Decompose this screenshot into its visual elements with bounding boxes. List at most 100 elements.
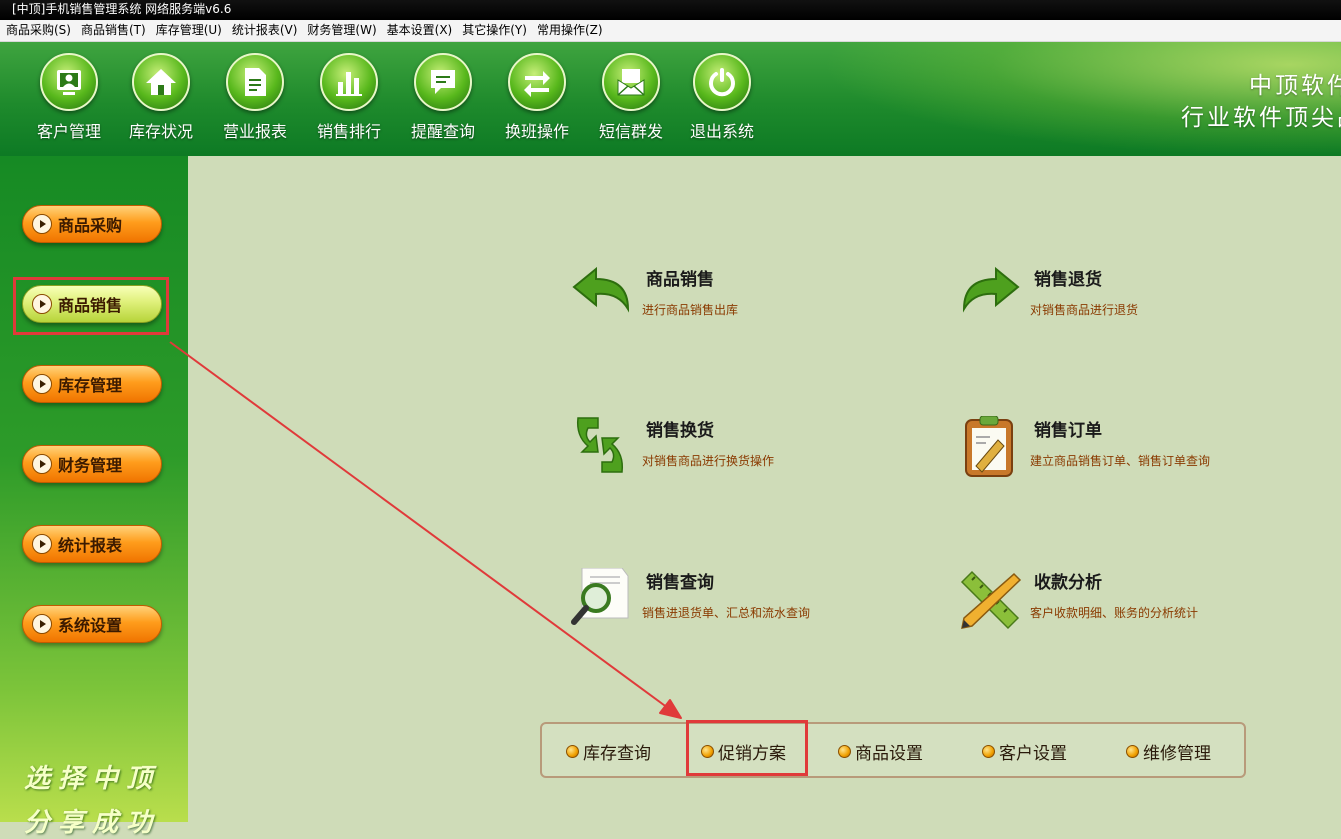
slogan-line-1: 选择中顶 [24,764,161,794]
feature-sales-query[interactable]: 销售查询 销售进退货单、汇总和流水查询 [570,567,900,638]
bullet-icon [838,745,851,758]
play-icon [32,534,52,554]
quick-access-bar: 库存查询 促销方案 商品设置 客户设置 维修管理 [540,722,1246,778]
feature-title: 销售换货 [646,421,714,441]
quick-item-stock-query[interactable]: 库存查询 [566,739,651,764]
quick-item-promotion[interactable]: 促销方案 [701,739,786,764]
swap-icon [508,53,566,111]
sidebar-item-reports[interactable]: 统计报表 [22,525,162,563]
sidebar-item-finance[interactable]: 财务管理 [22,445,162,483]
menu-item-inventory[interactable]: 库存管理(U) [156,20,222,41]
slogan-line-2: 分享成功 [24,808,161,838]
feature-desc: 建立商品销售订单、销售订单查询 [1030,454,1211,468]
feature-sales-return[interactable]: 销售退货 对销售商品进行退货 [958,265,1288,335]
quick-item-label: 库存查询 [583,744,651,764]
sidebar-item-sales[interactable]: 商品销售 [22,285,162,323]
ruler-pencil-icon [958,568,1022,632]
toolbar-button-label: 提醒查询 [410,122,475,141]
toolbar-button-sales-ranking[interactable]: 销售排行 [302,53,396,153]
feature-desc: 对销售商品进行换货操作 [642,454,775,468]
toolbar-button-stock-status[interactable]: 库存状况 [114,53,208,153]
quick-item-label: 商品设置 [855,744,923,764]
quick-item-label: 客户设置 [999,744,1067,764]
bullet-icon [1126,745,1139,758]
feature-desc: 对销售商品进行退货 [1030,303,1139,317]
feature-sales-exchange[interactable]: 销售换货 对销售商品进行换货操作 [570,416,900,486]
feature-desc: 客户收款明细、账务的分析统计 [1030,606,1199,620]
feature-desc: 销售进退货单、汇总和流水查询 [642,606,811,620]
toolbar-button-label: 营业报表 [222,122,287,141]
feature-payment-analysis[interactable]: 收款分析 客户收款明细、账务的分析统计 [958,568,1288,638]
mail-icon [602,53,660,111]
bullet-icon [701,745,714,758]
sidebar-item-label: 系统设置 [58,616,123,635]
toolbar-button-label: 换班操作 [504,122,569,141]
bullet-icon [566,745,579,758]
toolbar-button-reminder-query[interactable]: 提醒查询 [396,53,490,153]
feature-title: 销售订单 [1034,421,1102,441]
power-icon [693,53,751,111]
toolbar-button-label: 库存状况 [128,122,193,141]
sidebar: 商品采购 商品销售 库存管理 财务管理 统计报表 系统设置 选择中顶 分享成功 [0,156,188,838]
brand-line-1: 中顶软件 [1249,73,1341,99]
sidebar-item-label: 财务管理 [58,456,123,475]
home-icon [132,53,190,111]
sidebar-item-label: 库存管理 [58,376,123,395]
sidebar-item-inventory[interactable]: 库存管理 [22,365,162,403]
menu-item-finance[interactable]: 财务管理(W) [307,20,376,41]
feature-desc: 进行商品销售出库 [642,303,739,317]
clipboard-icon [958,415,1022,480]
feature-title: 销售退货 [1034,270,1102,290]
brand-line-2: 行业软件顶尖品牌 [1181,105,1341,131]
menu-item-reports[interactable]: 统计报表(V) [232,20,298,41]
toolbar-button-sms-broadcast[interactable]: 短信群发 [584,53,678,153]
play-icon [32,374,52,394]
quick-item-product-settings[interactable]: 商品设置 [838,739,923,764]
feature-title: 收款分析 [1034,573,1102,593]
menu-item-purchase[interactable]: 商品采购(S) [6,20,71,41]
main-toolbar: 客户管理 库存状况 营业报表 销售排行 提醒查询 换班操作 短信群发 退出系统 … [0,42,1341,156]
toolbar-button-label: 客户管理 [36,122,101,141]
magnifier-icon [570,567,634,632]
play-icon [32,614,52,634]
menu-item-sales[interactable]: 商品销售(T) [81,20,146,41]
menu-item-basic-settings[interactable]: 基本设置(X) [387,20,453,41]
toolbar-button-business-report[interactable]: 营业报表 [208,53,302,153]
quick-item-label: 促销方案 [718,744,786,764]
feature-title: 商品销售 [646,270,714,290]
menu-item-other[interactable]: 其它操作(Y) [462,20,527,41]
sidebar-item-label: 商品销售 [58,296,123,315]
feature-title: 销售查询 [646,573,714,593]
toolbar-button-exit-system[interactable]: 退出系统 [675,53,769,153]
undo-arrow-icon [570,265,634,329]
window-title: [中顶]手机销售管理系统 网络服务端v6.6 [12,2,232,16]
quick-item-repair-management[interactable]: 维修管理 [1126,739,1211,764]
sidebar-item-label: 商品采购 [58,216,123,235]
quick-item-customer-settings[interactable]: 客户设置 [982,739,1067,764]
brand-text: 中顶软件 行业软件顶尖品牌 [1181,70,1341,134]
quick-item-label: 维修管理 [1143,744,1211,764]
toolbar-button-label: 销售排行 [316,122,381,141]
window-title-bar: [中顶]手机销售管理系统 网络服务端v6.6 [0,0,1341,20]
report-icon [226,53,284,111]
menu-item-common[interactable]: 常用操作(Z) [537,20,603,41]
toolbar-button-shift-change[interactable]: 换班操作 [490,53,584,153]
bullet-icon [982,745,995,758]
sidebar-item-system-settings[interactable]: 系统设置 [22,605,162,643]
toolbar-button-customer[interactable]: 客户管理 [22,53,116,153]
toolbar-button-label: 退出系统 [689,122,754,141]
play-icon [32,294,52,314]
sidebar-item-label: 统计报表 [58,536,123,555]
play-icon [32,454,52,474]
recycle-icon [570,416,634,480]
message-icon [414,53,472,111]
redo-arrow-icon [958,265,1022,329]
feature-sales-order[interactable]: 销售订单 建立商品销售订单、销售订单查询 [958,415,1288,486]
bar-chart-icon [320,53,378,111]
sidebar-item-purchase[interactable]: 商品采购 [22,205,162,243]
play-icon [32,214,52,234]
feature-sales[interactable]: 商品销售 进行商品销售出库 [570,265,900,335]
menu-bar: 商品采购(S) 商品销售(T) 库存管理(U) 统计报表(V) 财务管理(W) … [0,20,1341,42]
toolbar-button-label: 短信群发 [598,122,663,141]
customer-icon [40,53,98,111]
